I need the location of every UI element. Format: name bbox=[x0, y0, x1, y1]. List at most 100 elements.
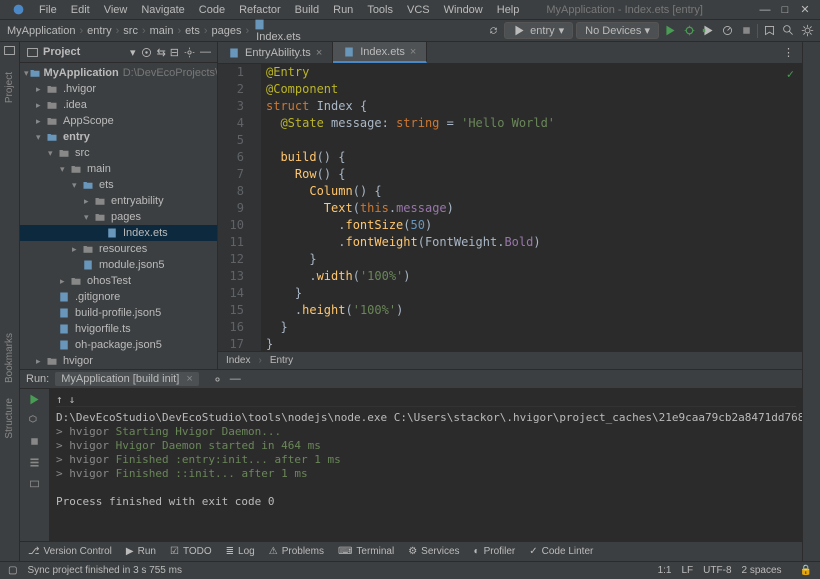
bottom-tab-code-linter[interactable]: ✓Code Linter bbox=[529, 546, 593, 557]
bottom-tab-log[interactable]: ≣Log bbox=[226, 546, 255, 557]
bottom-tab-run[interactable]: ▶Run bbox=[126, 546, 156, 557]
tree-row[interactable]: ▾main bbox=[20, 161, 217, 177]
run-up-icon[interactable]: ↑ bbox=[56, 393, 63, 406]
tree-row[interactable]: Index.ets bbox=[20, 225, 217, 241]
collapse-icon[interactable]: ⊟ bbox=[170, 46, 179, 59]
close-tab-icon[interactable]: × bbox=[316, 47, 322, 59]
status-item[interactable]: 2 spaces bbox=[742, 565, 782, 576]
run-filter-icon[interactable] bbox=[28, 456, 41, 469]
project-view-icon[interactable] bbox=[26, 46, 39, 59]
breadcrumb[interactable]: ets bbox=[183, 25, 202, 37]
tab-more-icon[interactable]: ⋮ bbox=[775, 46, 802, 59]
tree-row[interactable]: ▸resources bbox=[20, 241, 217, 257]
tree-row[interactable]: ▾pages bbox=[20, 209, 217, 225]
device-selector[interactable]: No Devices ▾ bbox=[576, 22, 659, 39]
tree-row[interactable]: ▸entryability bbox=[20, 193, 217, 209]
code-lines[interactable]: @Entry@Componentstruct Index { @State me… bbox=[262, 64, 802, 351]
menu-edit[interactable]: Edit bbox=[64, 2, 97, 18]
minimize-button[interactable]: — bbox=[755, 4, 775, 16]
menu-run[interactable]: Run bbox=[326, 2, 360, 18]
close-button[interactable]: ✕ bbox=[795, 3, 815, 16]
tree-row[interactable]: ▾MyApplicationD:\DevEcoProjects\MyApplic… bbox=[20, 65, 217, 81]
breadcrumb[interactable]: MyApplication bbox=[5, 25, 77, 37]
tree-row[interactable]: ▾ets bbox=[20, 177, 217, 193]
menu-refactor[interactable]: Refactor bbox=[232, 2, 288, 18]
editor-breadcrumb[interactable]: Index bbox=[226, 355, 250, 366]
tree-row[interactable]: module.json5 bbox=[20, 257, 217, 273]
run-stop-icon[interactable] bbox=[28, 435, 41, 448]
breadcrumb[interactable]: entry bbox=[85, 25, 113, 37]
project-tool-icon[interactable] bbox=[3, 44, 16, 57]
status-item[interactable]: LF bbox=[682, 565, 694, 576]
menu-view[interactable]: View bbox=[97, 2, 135, 18]
locate-icon[interactable] bbox=[140, 46, 153, 59]
menu-window[interactable]: Window bbox=[437, 2, 490, 18]
menu-code[interactable]: Code bbox=[192, 2, 232, 18]
tree-row[interactable]: ▾entry bbox=[20, 129, 217, 145]
run-down-icon[interactable]: ↓ bbox=[69, 393, 76, 406]
run-hide-icon[interactable]: — bbox=[230, 373, 241, 385]
fold-column[interactable] bbox=[252, 64, 262, 351]
tree-row[interactable]: ▾src bbox=[20, 145, 217, 161]
vcs-icon[interactable] bbox=[761, 23, 777, 39]
breadcrumb[interactable]: pages bbox=[210, 25, 244, 37]
tree-row[interactable]: ▸.idea bbox=[20, 97, 217, 113]
menu-file[interactable]: File bbox=[32, 2, 64, 18]
menu-tools[interactable]: Tools bbox=[360, 2, 400, 18]
status-item[interactable]: 1:1 bbox=[658, 565, 672, 576]
gear-icon[interactable] bbox=[183, 46, 196, 59]
debug-icon[interactable] bbox=[681, 23, 697, 39]
bottom-tab-problems[interactable]: ⚠Problems bbox=[269, 546, 324, 557]
run-settings-icon[interactable] bbox=[28, 414, 41, 427]
tree-row[interactable]: ▸.hvigor bbox=[20, 81, 217, 97]
profile-icon[interactable] bbox=[719, 23, 735, 39]
bookmarks-tool-label[interactable]: Bookmarks bbox=[4, 333, 15, 383]
tree-row[interactable]: build-profile.json5 bbox=[20, 305, 217, 321]
stop-icon[interactable] bbox=[738, 23, 754, 39]
bottom-tab-profiler[interactable]: ◐Profiler bbox=[474, 546, 516, 557]
editor-breadcrumbs[interactable]: Index›Entry bbox=[218, 351, 802, 369]
run-rerun-icon[interactable] bbox=[28, 393, 41, 406]
run-config-selector[interactable]: entry ▾ bbox=[504, 22, 573, 39]
structure-tool-label[interactable]: Structure bbox=[4, 398, 15, 439]
breadcrumb[interactable]: Index.ets bbox=[251, 18, 303, 43]
run-tab[interactable]: MyApplication [build init] × bbox=[55, 372, 199, 386]
menu-build[interactable]: Build bbox=[288, 2, 326, 18]
editor-breadcrumb[interactable]: Entry bbox=[270, 355, 293, 366]
run-gear-icon[interactable] bbox=[211, 373, 224, 386]
tree-row[interactable]: oh-package.json5 bbox=[20, 337, 217, 353]
bottom-tab-version-control[interactable]: ⎇Version Control bbox=[28, 546, 112, 557]
menu-navigate[interactable]: Navigate bbox=[134, 2, 191, 18]
close-tab-icon[interactable]: × bbox=[410, 46, 416, 58]
hide-icon[interactable]: — bbox=[200, 46, 211, 58]
bottom-tab-services[interactable]: ⚙Services bbox=[408, 546, 459, 557]
breadcrumb[interactable]: src bbox=[121, 25, 140, 37]
status-square-icon[interactable]: ▢ bbox=[8, 565, 17, 576]
project-tool-label[interactable]: Project bbox=[4, 72, 15, 103]
breadcrumb[interactable]: main bbox=[148, 25, 176, 37]
menu-help[interactable]: Help bbox=[490, 2, 527, 18]
tree-row[interactable]: .gitignore bbox=[20, 289, 217, 305]
editor-tab[interactable]: Index.ets× bbox=[333, 42, 427, 63]
sync-icon[interactable] bbox=[485, 23, 501, 39]
tree-row[interactable]: ▸hvigor bbox=[20, 353, 217, 369]
tree-row[interactable]: ▸ohosTest bbox=[20, 273, 217, 289]
settings-icon[interactable] bbox=[799, 23, 815, 39]
status-item[interactable]: UTF-8 bbox=[703, 565, 731, 576]
run-icon[interactable] bbox=[662, 23, 678, 39]
editor-tab[interactable]: EntryAbility.ts× bbox=[218, 42, 333, 63]
search-icon[interactable] bbox=[780, 23, 796, 39]
tree-row[interactable]: ▸AppScope bbox=[20, 113, 217, 129]
run-print-icon[interactable] bbox=[28, 477, 41, 490]
code-area[interactable]: ✓ 1234567891011121314151617 @Entry@Compo… bbox=[218, 64, 802, 351]
maximize-button[interactable]: □ bbox=[775, 4, 795, 16]
coverage-icon[interactable] bbox=[700, 23, 716, 39]
expand-icon[interactable]: ⇆ bbox=[157, 46, 166, 59]
bottom-tab-todo[interactable]: ☑TODO bbox=[170, 546, 212, 557]
tree-row[interactable]: hvigorfile.ts bbox=[20, 321, 217, 337]
menu-vcs[interactable]: VCS bbox=[400, 2, 437, 18]
bottom-tab-terminal[interactable]: ⌨Terminal bbox=[338, 546, 394, 557]
project-tree[interactable]: ▾MyApplicationD:\DevEcoProjects\MyApplic… bbox=[20, 63, 217, 369]
run-output[interactable]: ↑ ↓ D:\DevEcoStudio\DevEcoStudio\tools\n… bbox=[50, 389, 802, 541]
lock-icon[interactable]: 🔒 bbox=[800, 565, 812, 576]
